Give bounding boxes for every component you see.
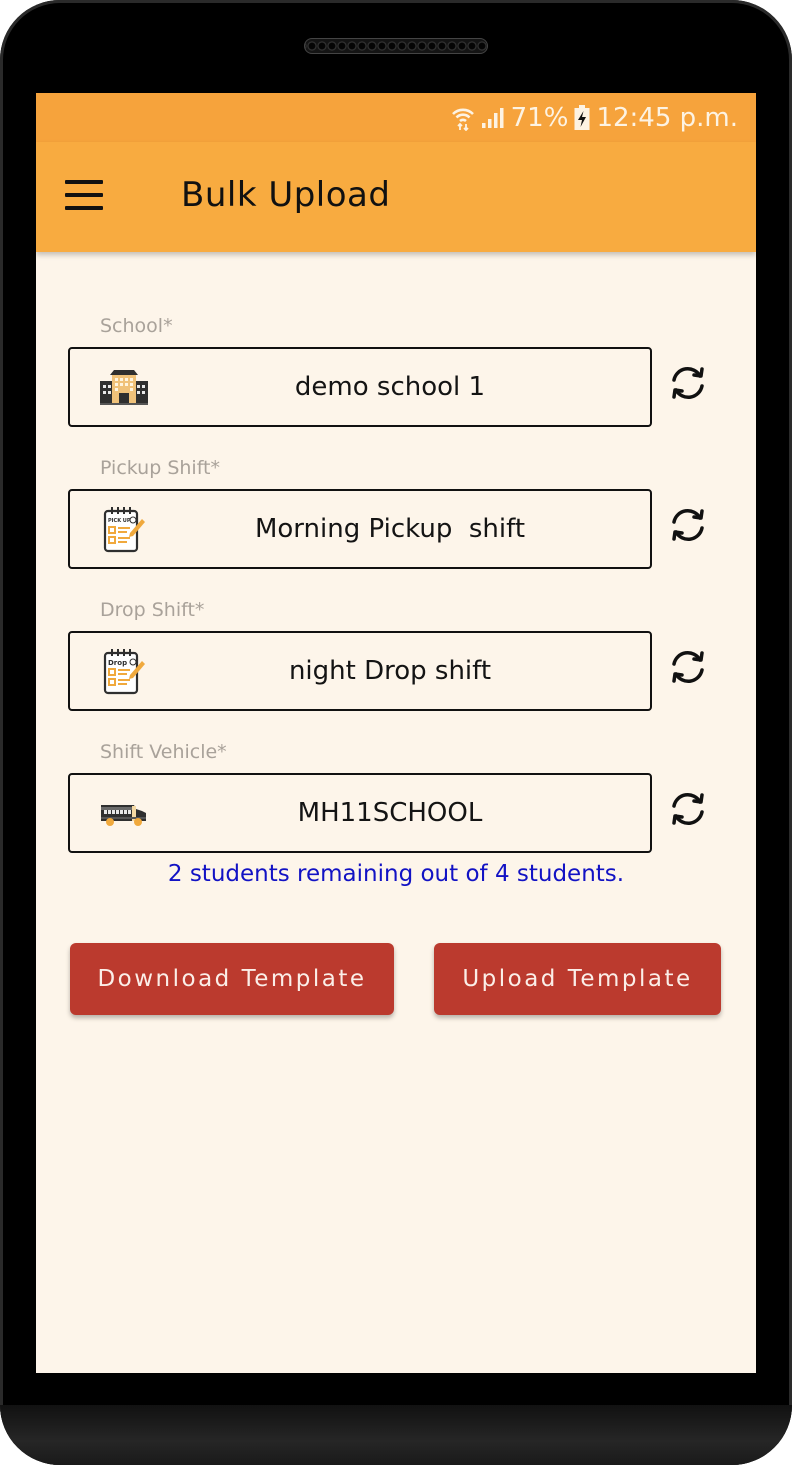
phone-chin xyxy=(0,1405,792,1465)
phone-frame: 71% 12:45 p.m. Bulk Upload School* demo … xyxy=(0,0,792,1465)
shift-vehicle-label: Shift Vehicle* xyxy=(100,741,227,763)
shift-vehicle-refresh-icon[interactable] xyxy=(666,787,710,831)
drop-shift-value: night Drop shift xyxy=(288,656,492,686)
drop-shift-refresh-icon[interactable] xyxy=(666,645,710,689)
status-bar: 71% 12:45 p.m. xyxy=(36,93,756,142)
svg-text:PICK UP: PICK UP xyxy=(108,518,131,524)
pickup-shift-label: Pickup Shift* xyxy=(100,457,221,479)
wifi-icon xyxy=(451,105,475,131)
pickup-shift-value: Morning Pickup shift xyxy=(254,514,526,544)
drop-shift-select[interactable]: Drop night Drop shift xyxy=(68,631,652,711)
app-bar: Bulk Upload xyxy=(36,142,756,252)
drop-shift-label: Drop Shift* xyxy=(100,599,205,621)
hamburger-menu-icon[interactable] xyxy=(65,180,103,210)
signal-icon xyxy=(481,107,505,129)
clock: 12:45 p.m. xyxy=(596,102,738,133)
shift-vehicle-value: MH11SCHOOL xyxy=(297,798,483,828)
battery-percent: 71% xyxy=(510,102,569,133)
svg-text:Drop: Drop xyxy=(108,659,127,667)
speaker-grille xyxy=(304,38,488,54)
screen: 71% 12:45 p.m. Bulk Upload School* demo … xyxy=(36,93,756,1373)
school-label: School* xyxy=(100,315,173,337)
school-refresh-icon[interactable] xyxy=(666,361,710,405)
upload-template-button[interactable]: Upload Template xyxy=(434,943,721,1015)
pickup-shift-refresh-icon[interactable] xyxy=(666,503,710,547)
download-template-button[interactable]: Download Template xyxy=(70,943,394,1015)
battery-charging-icon xyxy=(574,104,590,131)
page-title: Bulk Upload xyxy=(181,175,391,215)
pickup-shift-select[interactable]: PICK UP Morning Pickup shift xyxy=(68,489,652,569)
shift-vehicle-select[interactable]: MH11SCHOOL xyxy=(68,773,652,853)
school-select[interactable]: demo school 1 xyxy=(68,347,652,427)
remaining-students-message: 2 students remaining out of 4 students. xyxy=(167,861,625,887)
school-value: demo school 1 xyxy=(294,372,486,402)
